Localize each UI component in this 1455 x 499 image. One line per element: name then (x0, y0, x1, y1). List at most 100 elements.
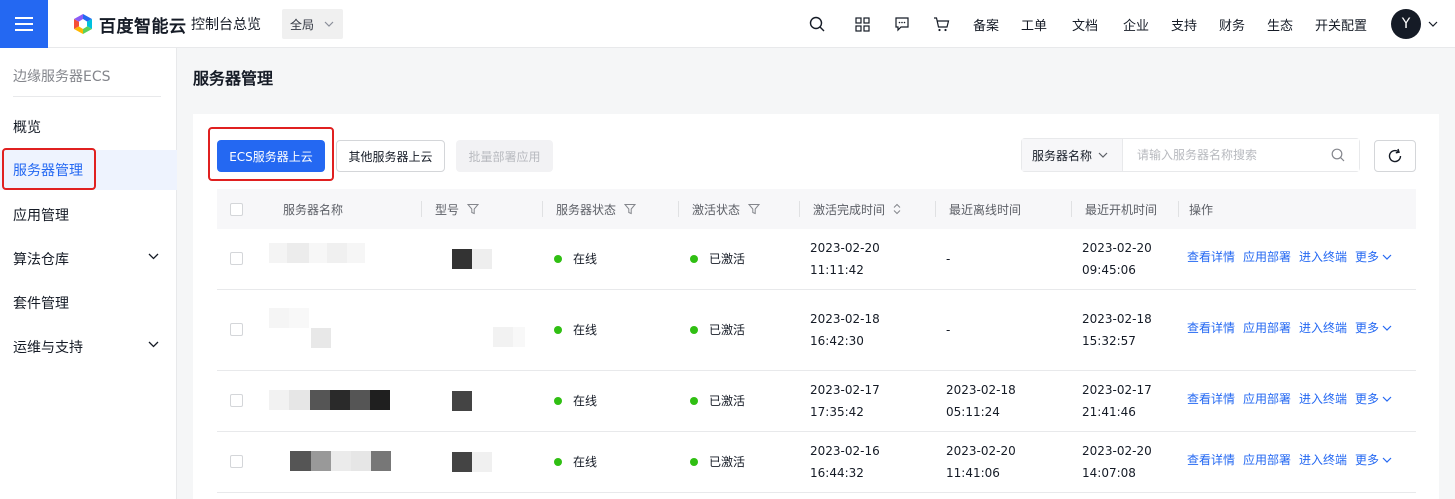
more-dropdown[interactable]: 更多 (1355, 248, 1392, 265)
sidebar: 边缘服务器ECS 概览 服务器管理 应用管理 算法仓库 套件管理 运维与支持 (0, 48, 177, 499)
console-overview-link[interactable]: 控制台总览 (191, 14, 261, 34)
server-name-redacted (290, 451, 391, 471)
activation-status: 已激活 (690, 451, 745, 473)
sort-icon[interactable] (893, 203, 901, 215)
more-dropdown[interactable]: 更多 (1355, 390, 1392, 407)
ecs-server-cloud-button[interactable]: ECS服务器上云 (217, 140, 325, 172)
nav-switch-config[interactable]: 开关配置 (1315, 15, 1367, 34)
more-dropdown[interactable]: 更多 (1355, 451, 1392, 468)
table-row: 在线 已激活 2023-02-20 11:11:42 - 2023-02-20 09… (217, 229, 1416, 290)
grid-icon[interactable] (853, 15, 871, 33)
app-deploy-link[interactable]: 应用部署 (1243, 390, 1291, 407)
sidebar-item-overview[interactable]: 概览 (0, 107, 177, 147)
column-server-name: 服务器名称 (283, 202, 344, 217)
row-checkbox[interactable] (230, 252, 243, 265)
search-key-value: 服务器名称 (1032, 148, 1093, 163)
app-deploy-link[interactable]: 应用部署 (1243, 248, 1291, 265)
sidebar-item-server-management[interactable]: 服务器管理 (0, 150, 177, 190)
chevron-down-icon (1098, 152, 1108, 158)
column-activation-status: 激活状态 (692, 189, 761, 229)
search-icon[interactable] (808, 15, 826, 33)
search-icon[interactable] (1331, 148, 1345, 162)
filter-icon[interactable] (467, 203, 480, 215)
row-actions: 查看详情 应用部署 进入终端 更多 (1187, 390, 1392, 407)
chevron-down-icon (1382, 396, 1392, 402)
sidebar-item-label: 服务器管理 (13, 163, 83, 179)
online-dot-icon (554, 255, 562, 263)
chevron-down-icon[interactable] (1428, 21, 1438, 27)
enter-terminal-link[interactable]: 进入终端 (1299, 248, 1347, 265)
view-detail-link[interactable]: 查看详情 (1187, 451, 1235, 468)
enter-terminal-link[interactable]: 进入终端 (1299, 319, 1347, 336)
more-dropdown[interactable]: 更多 (1355, 319, 1392, 336)
last-offline-time: 2023-02-18 05:11:24 (946, 383, 1016, 419)
activation-time: 2023-02-17 17:35:42 (810, 383, 880, 419)
model-redacted (452, 452, 492, 472)
activation-status: 已激活 (690, 390, 745, 412)
nav-ticket[interactable]: 工单 (1021, 15, 1047, 34)
server-status: 在线 (554, 451, 597, 473)
chevron-down-icon (324, 21, 334, 27)
server-status: 在线 (554, 248, 597, 270)
message-icon[interactable] (893, 15, 911, 33)
chevron-down-icon (1382, 457, 1392, 463)
server-status: 在线 (554, 319, 597, 341)
last-boot-time: 2023-02-20 14:07:08 (1082, 444, 1152, 480)
view-detail-link[interactable]: 查看详情 (1187, 248, 1235, 265)
chevron-down-icon (1382, 325, 1392, 331)
last-boot-time: 2023-02-17 21:41:46 (1082, 383, 1152, 419)
nav-enterprise[interactable]: 企业 (1123, 15, 1149, 34)
enter-terminal-link[interactable]: 进入终端 (1299, 451, 1347, 468)
table-row: 在线 已激活 2023-02-16 16:44:32 2023-02-20 11:4… (217, 432, 1416, 493)
last-offline-time: - (946, 323, 951, 337)
filter-icon[interactable] (748, 203, 761, 215)
row-checkbox[interactable] (230, 455, 243, 468)
server-list-card: ECS服务器上云 其他服务器上云 批量部署应用 服务器名称 服务器名称 型号 服… (193, 114, 1439, 499)
activation-time: 2023-02-20 11:11:42 (810, 241, 880, 277)
model-redacted (452, 391, 472, 411)
select-all-checkbox[interactable] (230, 202, 243, 216)
sidebar-item-ops-support[interactable]: 运维与支持 (0, 327, 177, 367)
table-row: 在线 已激活 2023-02-17 17:35:42 2023-02-18 05:1… (217, 371, 1416, 432)
refresh-button[interactable] (1374, 140, 1416, 172)
nav-support[interactable]: 支持 (1171, 15, 1197, 34)
other-server-cloud-button[interactable]: 其他服务器上云 (336, 140, 445, 172)
active-dot-icon (690, 326, 698, 334)
nav-beian[interactable]: 备案 (973, 15, 999, 34)
table-header: 服务器名称 型号 服务器状态 激活状态 激活完成时间 最近离线时间 最近开机时间… (217, 189, 1416, 229)
row-checkbox[interactable] (230, 394, 243, 407)
enter-terminal-link[interactable]: 进入终端 (1299, 390, 1347, 407)
view-detail-link[interactable]: 查看详情 (1187, 319, 1235, 336)
search-input[interactable] (1123, 139, 1359, 171)
nav-docs[interactable]: 文档 (1072, 15, 1098, 34)
sidebar-item-app-management[interactable]: 应用管理 (0, 195, 177, 235)
chevron-down-icon (148, 253, 159, 260)
brand-logo[interactable]: 百度智能云 (72, 12, 187, 37)
sidebar-item-algorithm-repo[interactable]: 算法仓库 (0, 239, 177, 279)
nav-ecosystem[interactable]: 生态 (1267, 15, 1293, 34)
last-boot-time: 2023-02-20 09:45:06 (1082, 241, 1152, 277)
user-avatar[interactable]: Y (1391, 9, 1421, 39)
sidebar-item-suite-management[interactable]: 套件管理 (0, 283, 177, 323)
page-title: 服务器管理 (193, 69, 274, 88)
brand-name: 百度智能云 (99, 16, 187, 37)
sidebar-item-label: 套件管理 (13, 296, 69, 312)
nav-finance[interactable]: 财务 (1219, 15, 1245, 34)
search-key-select[interactable]: 服务器名称 (1022, 139, 1123, 171)
last-offline-time: - (946, 252, 951, 266)
app-deploy-link[interactable]: 应用部署 (1243, 319, 1291, 336)
hamburger-icon (15, 17, 33, 31)
row-checkbox[interactable] (230, 323, 243, 336)
sidebar-product-title: 边缘服务器ECS (13, 69, 111, 85)
filter-icon[interactable] (624, 203, 637, 215)
region-select[interactable]: 全局 (282, 9, 343, 39)
server-name-redacted (311, 328, 331, 348)
search-group: 服务器名称 (1021, 138, 1360, 172)
row-actions: 查看详情 应用部署 进入终端 更多 (1187, 248, 1392, 265)
cart-icon[interactable] (932, 15, 950, 33)
app-deploy-link[interactable]: 应用部署 (1243, 451, 1291, 468)
sidebar-item-label: 概览 (13, 120, 41, 136)
view-detail-link[interactable]: 查看详情 (1187, 390, 1235, 407)
menu-button[interactable] (0, 0, 48, 48)
batch-deploy-button[interactable]: 批量部署应用 (456, 140, 553, 172)
